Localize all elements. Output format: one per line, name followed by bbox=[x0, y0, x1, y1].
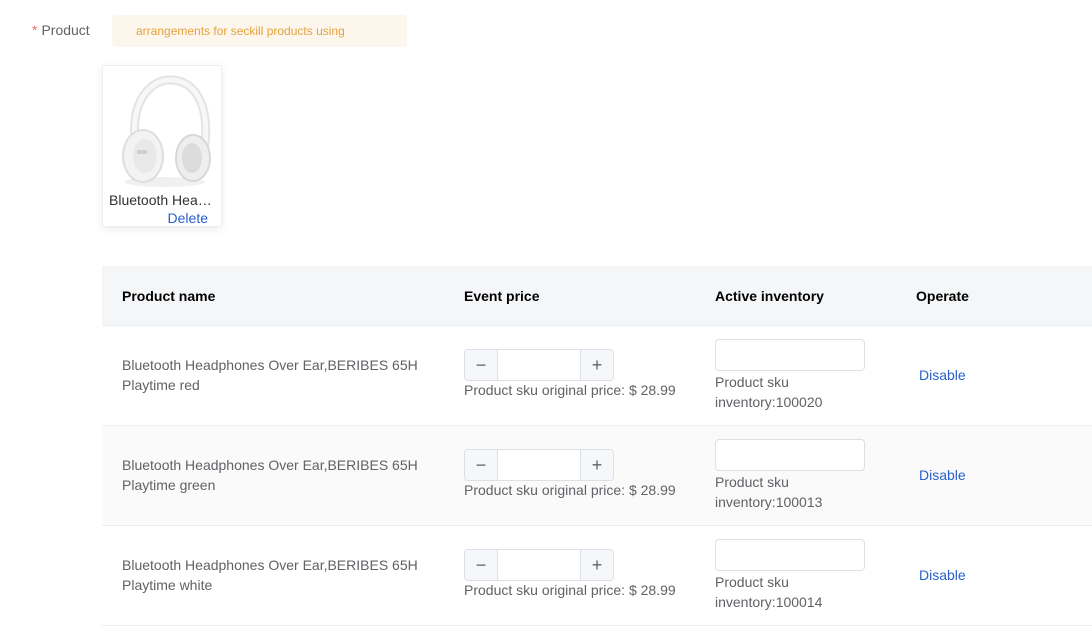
original-price-text: Product sku original price: $ 28.99 bbox=[464, 382, 676, 398]
increase-button[interactable]: + bbox=[580, 450, 613, 480]
decrease-button[interactable]: − bbox=[465, 450, 498, 480]
active-inventory-input[interactable] bbox=[715, 339, 865, 371]
header-active-inventory: Active inventory bbox=[715, 288, 824, 304]
active-inventory-input[interactable] bbox=[715, 539, 865, 571]
table-header: Product name Event price Active inventor… bbox=[102, 266, 1092, 326]
product-tip: arrangements for seckill products using bbox=[112, 15, 407, 47]
required-mark: * bbox=[32, 22, 38, 38]
product-card: Bluetooth Headphones Over Ear,BERIBES 65… bbox=[102, 65, 222, 227]
original-price-text: Product sku original price: $ 28.99 bbox=[464, 482, 676, 498]
disable-link[interactable]: Disable bbox=[919, 367, 966, 383]
table-row: Bluetooth Headphones Over Ear,BERIBES 65… bbox=[102, 426, 1092, 526]
sku-inventory-text: Product sku inventory:100020 bbox=[715, 374, 823, 410]
product-form-row: * Product arrangements for seckill produc… bbox=[0, 0, 1092, 60]
decrease-button[interactable]: − bbox=[465, 350, 498, 380]
event-price-input[interactable] bbox=[498, 550, 580, 580]
original-price-text: Product sku original price: $ 28.99 bbox=[464, 582, 676, 598]
event-price-stepper: − + bbox=[464, 549, 614, 581]
active-inventory-input[interactable] bbox=[715, 439, 865, 471]
product-card-title: Bluetooth Headphones Over Ear,BERIBES 65… bbox=[109, 192, 215, 208]
table-row: Bluetooth Headphones Over Ear,BERIBES 65… bbox=[102, 526, 1092, 626]
sku-name: Bluetooth Headphones Over Ear,BERIBES 65… bbox=[122, 357, 418, 393]
sku-inventory-text: Product sku inventory:100013 bbox=[715, 474, 823, 510]
event-price-input[interactable] bbox=[498, 450, 580, 480]
header-product-name: Product name bbox=[122, 288, 216, 304]
increase-button[interactable]: + bbox=[580, 350, 613, 380]
product-label: * Product bbox=[32, 22, 90, 38]
product-label-text: Product bbox=[41, 22, 90, 38]
disable-link[interactable]: Disable bbox=[919, 467, 966, 483]
event-price-stepper: − + bbox=[464, 349, 614, 381]
disable-link[interactable]: Disable bbox=[919, 567, 966, 583]
header-operate: Operate bbox=[916, 288, 969, 304]
increase-button[interactable]: + bbox=[580, 550, 613, 580]
sku-table: Product name Event price Active inventor… bbox=[102, 266, 1092, 626]
sku-name: Bluetooth Headphones Over Ear,BERIBES 65… bbox=[122, 557, 418, 593]
event-price-stepper: − + bbox=[464, 449, 614, 481]
decrease-button[interactable]: − bbox=[465, 550, 498, 580]
header-event-price: Event price bbox=[464, 288, 540, 304]
sku-inventory-text: Product sku inventory:100014 bbox=[715, 574, 823, 610]
event-price-input[interactable] bbox=[498, 350, 580, 380]
delete-product-link[interactable]: Delete bbox=[168, 210, 208, 226]
headphones-image bbox=[113, 70, 213, 190]
table-row: Bluetooth Headphones Over Ear,BERIBES 65… bbox=[102, 326, 1092, 426]
sku-name: Bluetooth Headphones Over Ear,BERIBES 65… bbox=[122, 457, 418, 493]
